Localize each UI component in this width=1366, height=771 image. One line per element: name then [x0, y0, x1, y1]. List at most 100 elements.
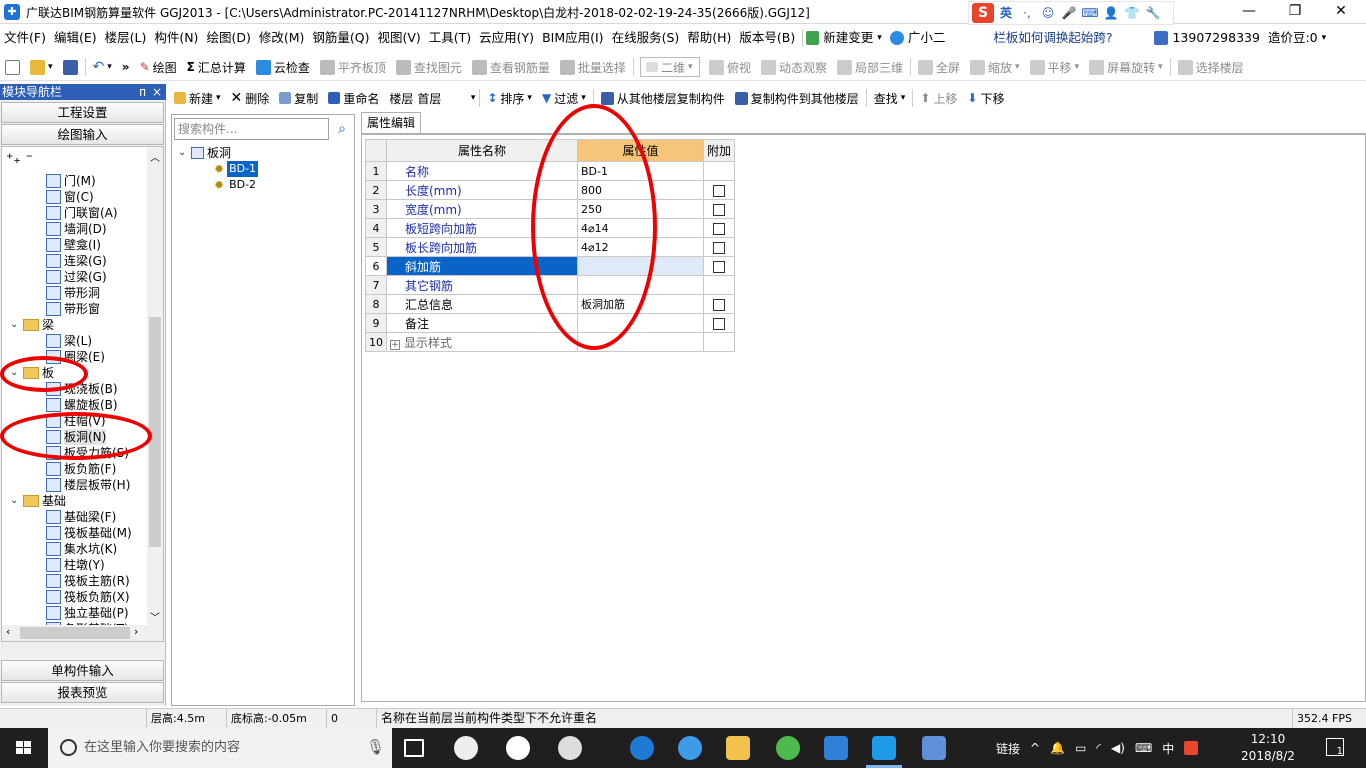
new-component-button[interactable]: 新建 ▾	[169, 86, 226, 110]
g-app-icon[interactable]	[824, 736, 848, 760]
rotate-screen-button[interactable]: 屏幕旋转 ▾	[1084, 55, 1168, 79]
tree-item[interactable]: 连梁(G)	[46, 253, 107, 269]
property-add-cell[interactable]	[702, 237, 736, 257]
ggj-app-icon[interactable]	[872, 736, 896, 760]
scroll-down-icon[interactable]: ﹀	[150, 609, 160, 624]
tree-item[interactable]: 筏板负筋(X)	[46, 589, 130, 605]
menu-view[interactable]: 视图(V)	[373, 27, 424, 49]
property-row[interactable]: 10 + 显示样式	[365, 332, 736, 352]
microphone-icon[interactable]: 🎙	[366, 738, 385, 756]
undo-button[interactable]: ↶ ▾	[88, 55, 117, 79]
tree-item[interactable]: 筏板基础(M)	[46, 525, 132, 541]
tree-item[interactable]: 独立基础(P)	[46, 605, 129, 621]
tree-item[interactable]: 板负筋(F)	[46, 461, 116, 477]
property-add-cell[interactable]	[702, 294, 736, 314]
property-add-cell[interactable]	[702, 256, 736, 276]
property-add-cell[interactable]	[702, 218, 736, 238]
property-add-cell[interactable]	[702, 332, 736, 352]
project-settings-button[interactable]: 工程设置	[1, 102, 164, 123]
property-name[interactable]: 备注	[386, 313, 578, 333]
tree-item[interactable]: 门(M)	[46, 173, 96, 189]
menu-version[interactable]: 版本号(B)	[735, 27, 799, 49]
property-name[interactable]: + 显示样式	[386, 332, 578, 352]
close-button[interactable]: ✕	[1318, 0, 1364, 24]
ie-old-icon[interactable]	[506, 736, 530, 760]
cloud-check-button[interactable]: 云检查	[251, 55, 315, 79]
add-checkbox[interactable]	[713, 203, 725, 216]
start-button[interactable]	[0, 728, 48, 768]
tree-item[interactable]: 螺旋板(B)	[46, 397, 118, 413]
menu-modify[interactable]: 修改(M)	[255, 27, 309, 49]
menu-edit[interactable]: 编辑(E)	[50, 27, 101, 49]
copy-button[interactable]: 复制	[274, 86, 323, 110]
tray-bell-icon[interactable]: 🔔	[1050, 741, 1065, 755]
batch-select-button[interactable]: 批量选择	[555, 55, 631, 79]
fullscreen-button[interactable]: 全屏	[913, 55, 965, 79]
tree-item[interactable]: 基础梁(F)	[46, 509, 116, 525]
property-add-cell[interactable]	[702, 199, 736, 219]
sort-button[interactable]: ↕ 排序 ▾	[482, 86, 537, 110]
tree-item[interactable]: 梁(L)	[46, 333, 92, 349]
task-view-icon[interactable]	[404, 739, 424, 757]
assistant-button[interactable]: 广小二	[904, 27, 950, 49]
menu-online[interactable]: 在线服务(S)	[608, 27, 684, 49]
tree-vertical-scrollbar[interactable]: ︿ ﹀	[147, 147, 163, 625]
tray-battery-icon[interactable]: ▭	[1075, 741, 1086, 755]
tray-link-label[interactable]: 链接	[996, 740, 1020, 757]
top-view-button[interactable]: 俯视	[704, 55, 756, 79]
align-top-button[interactable]: 平齐板顶	[315, 55, 391, 79]
find-element-button[interactable]: 查找图元	[391, 55, 467, 79]
pin-icon[interactable]: ᴨ	[139, 84, 146, 100]
menu-draw[interactable]: 绘图(D)	[202, 27, 254, 49]
tray-volume-icon[interactable]: ◀)	[1111, 741, 1125, 755]
sum-calc-button[interactable]: Σ 汇总计算	[182, 55, 251, 79]
tree-item[interactable]: 筏板主筋(R)	[46, 573, 130, 589]
property-add-cell[interactable]	[702, 161, 736, 181]
ime-toolbar[interactable]: S 英 ·, ☺ 🎤 ⌨ 👤 👕 🔧	[968, 1, 1174, 25]
tree-item[interactable]: 带形洞	[46, 285, 100, 301]
menu-tools[interactable]: 工具(T)	[425, 27, 475, 49]
new-file-button[interactable]	[0, 55, 25, 79]
draw-button[interactable]: ✎ 绘图	[135, 55, 182, 79]
component-item-bd1[interactable]: ✹ BD-1	[214, 161, 259, 177]
find-button[interactable]: 查找 ▾	[869, 86, 911, 110]
ime-user-icon[interactable]: 👤	[1102, 4, 1120, 22]
chevron-down-icon[interactable]: ▾	[877, 33, 882, 43]
add-checkbox[interactable]	[713, 260, 725, 273]
delete-button[interactable]: ✕ 删除	[226, 86, 275, 110]
internet-explorer-icon[interactable]	[678, 736, 702, 760]
local-3d-button[interactable]: 局部三维	[832, 55, 908, 79]
toolbar-overflow-icon[interactable]: »	[117, 55, 135, 79]
move-down-button[interactable]: ⬇ 下移	[962, 86, 1009, 110]
drawing-input-button[interactable]: 绘图输入	[1, 124, 164, 145]
ime-skin-icon[interactable]: 👕	[1123, 4, 1141, 22]
tree-item[interactable]: 带形窗	[46, 301, 100, 317]
tray-expand-icon[interactable]: ^	[1030, 741, 1040, 755]
tree-horizontal-scrollbar[interactable]: ‹ ›	[2, 625, 163, 641]
edge-browser-icon[interactable]	[630, 736, 654, 760]
tray-wifi-icon[interactable]: ◜	[1096, 741, 1101, 755]
menu-rebar[interactable]: 钢筋量(Q)	[308, 27, 373, 49]
view-rebar-button[interactable]: 查看钢筋量	[467, 55, 555, 79]
help-question-link[interactable]: 栏板如何调换起始跨?	[989, 27, 1116, 49]
menu-component[interactable]: 构件(N)	[150, 27, 202, 49]
view-mode-select[interactable]: 二维 ▾	[639, 57, 700, 77]
menu-help[interactable]: 帮助(H)	[683, 27, 735, 49]
search-icon[interactable]: ⌕	[331, 118, 353, 140]
add-checkbox[interactable]	[713, 222, 725, 235]
green-app-icon[interactable]	[776, 736, 800, 760]
move-up-button[interactable]: ⬆ 上移	[915, 86, 962, 110]
tray-sogou-icon[interactable]	[1184, 741, 1199, 755]
chevron-down-icon[interactable]: ⌄	[178, 145, 188, 161]
new-change-button[interactable]: 新建变更	[819, 27, 877, 49]
ime-mode-toggle[interactable]: 英	[997, 4, 1015, 22]
menu-floor[interactable]: 楼层(L)	[101, 27, 151, 49]
ime-settings-icon[interactable]: 🔧	[1144, 4, 1162, 22]
tree-item[interactable]: 柱墩(Y)	[46, 557, 105, 573]
add-checkbox[interactable]	[713, 317, 725, 330]
property-add-cell[interactable]	[702, 313, 736, 333]
chevron-down-icon[interactable]: ▾	[1322, 33, 1327, 43]
chevron-down-icon[interactable]: ⌄	[10, 317, 20, 333]
taskbar-clock[interactable]: 12:10 2018/8/2	[1240, 731, 1296, 765]
zoom-button[interactable]: 缩放 ▾	[965, 55, 1025, 79]
